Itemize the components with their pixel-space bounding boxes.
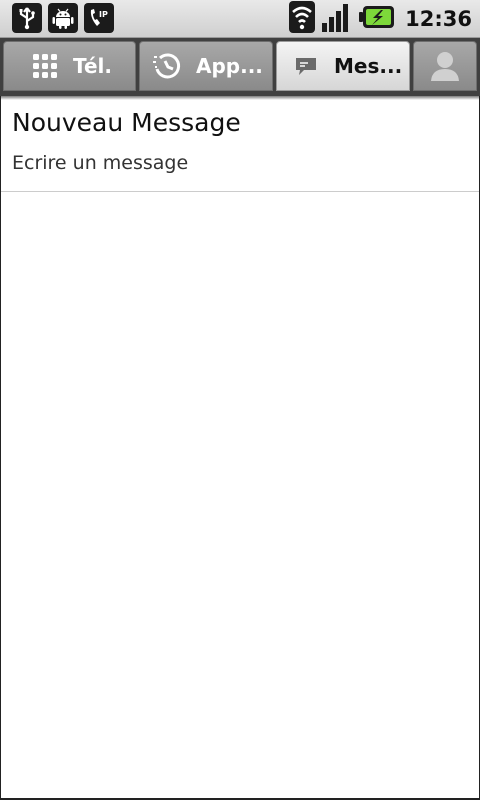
tab-phone[interactable]: Tél. (3, 41, 136, 91)
tab-call-log[interactable]: App... (139, 41, 273, 91)
system-icons: 12:36 (289, 1, 472, 37)
message-icon (291, 51, 321, 81)
tab-contacts[interactable] (413, 41, 477, 91)
contact-icon (430, 51, 460, 81)
recent-calls-icon (152, 51, 182, 81)
tab-messages[interactable]: Mes... (276, 41, 410, 91)
tab-call-log-label: App... (196, 54, 263, 78)
wifi-icon (289, 1, 316, 37)
battery-charging-icon (359, 5, 395, 33)
clock: 12:36 (405, 7, 472, 31)
android-debug-icon (48, 3, 78, 33)
list-item-subtitle: Ecrire un message (12, 152, 189, 174)
tab-phone-label: Tél. (73, 54, 113, 78)
screen: IP 12:36 Tél. App... Mes... Nouveau Mess… (0, 0, 480, 800)
list-item-new-message[interactable]: Nouveau Message Ecrire un message (0, 100, 480, 192)
tab-messages-label: Mes... (334, 54, 403, 78)
frame-edge-left (0, 96, 1, 800)
sip-call-icon: IP (84, 3, 114, 33)
svg-text:IP: IP (99, 10, 108, 19)
list-item-title: Nouveau Message (12, 108, 241, 137)
signal-icon (321, 1, 353, 37)
status-bar: IP 12:36 (0, 0, 480, 38)
usb-icon (12, 3, 42, 33)
notification-icons: IP (12, 3, 114, 33)
tab-bar: Tél. App... Mes... (0, 38, 480, 96)
dialpad-icon (30, 51, 60, 81)
